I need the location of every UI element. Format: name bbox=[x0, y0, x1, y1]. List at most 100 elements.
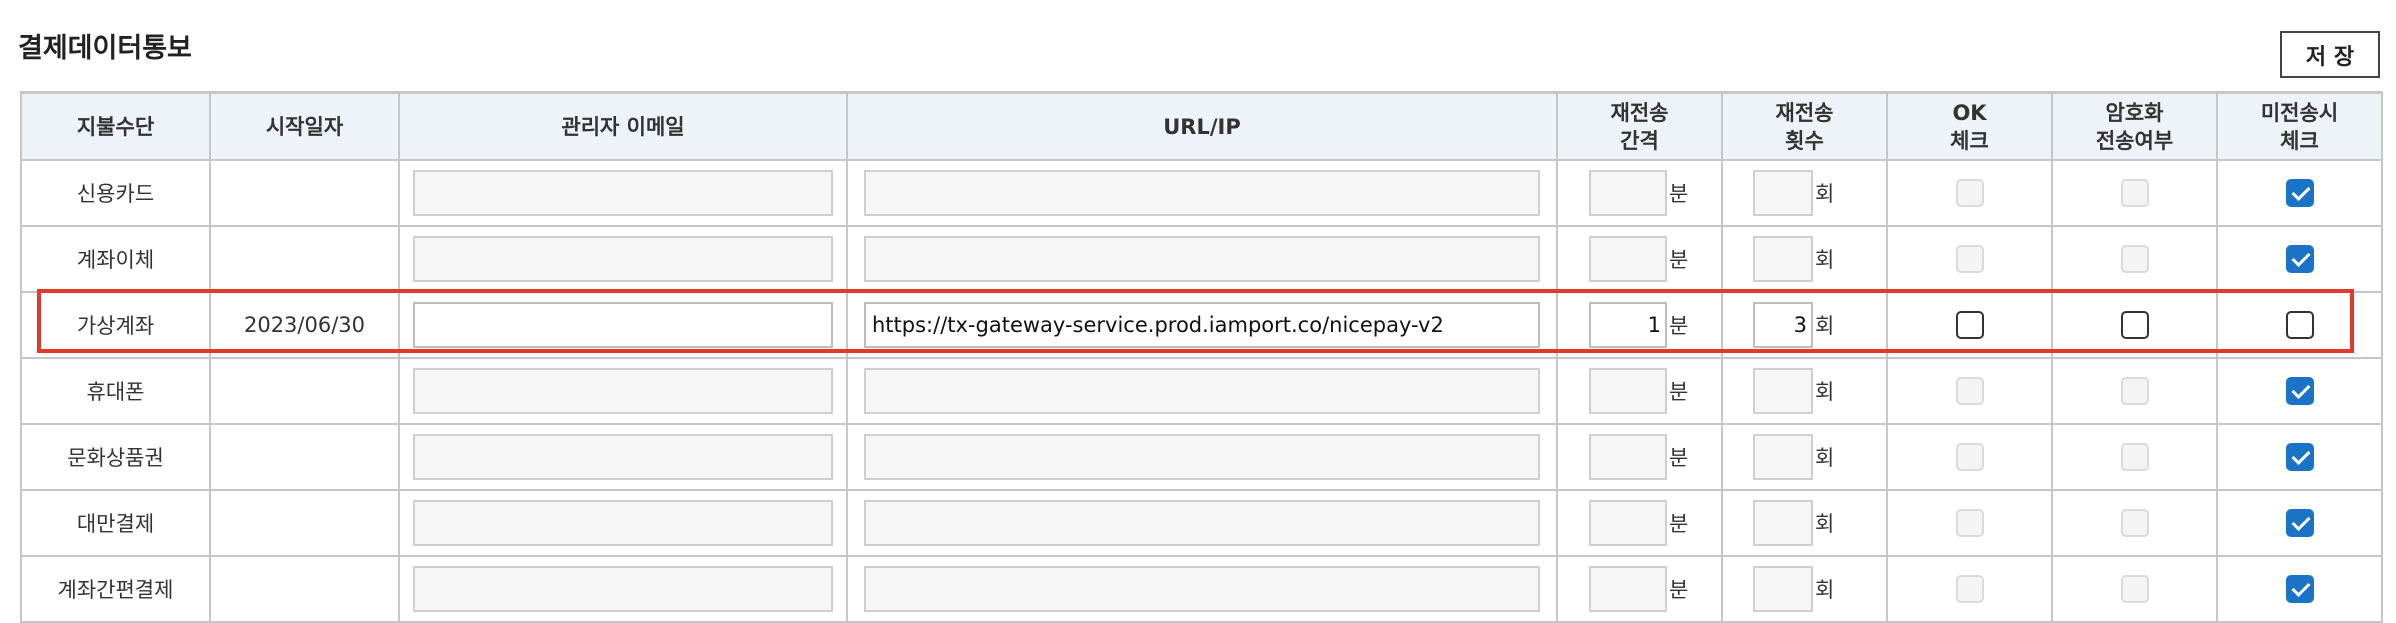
ok-check-cell bbox=[1886, 159, 2053, 227]
header-unsent-check: 미전송시 체크 bbox=[2216, 91, 2383, 161]
unsent-check-checkbox[interactable] bbox=[2285, 509, 2314, 537]
count-unit-label: 회 bbox=[1815, 182, 1835, 206]
url-cell bbox=[846, 357, 1558, 425]
resend-count-cell: 회 bbox=[1721, 357, 1888, 425]
ok-check-checkbox bbox=[1955, 179, 1984, 207]
start-date bbox=[209, 159, 400, 227]
unsent-check-cell bbox=[2216, 555, 2383, 623]
count-unit-label: 회 bbox=[1815, 314, 1835, 338]
resend-interval-input[interactable] bbox=[1589, 500, 1667, 546]
table-row: 휴대폰 분 회 bbox=[20, 357, 2383, 425]
table-header-row: 지불수단 시작일자 관리자 이메일 URL/IP 재전송 간격 재전송 횟수 OK 체크 암호… bbox=[20, 91, 2383, 161]
resend-interval-cell: 분 bbox=[1556, 357, 1723, 425]
ok-check-checkbox bbox=[1955, 443, 1984, 471]
resend-count-input[interactable] bbox=[1753, 500, 1813, 546]
resend-count-input[interactable] bbox=[1753, 236, 1813, 282]
start-date bbox=[209, 555, 400, 623]
resend-interval-cell: 분 bbox=[1556, 489, 1723, 557]
table-row: 신용카드 분 회 bbox=[20, 159, 2383, 227]
encrypt-send-checkbox bbox=[2120, 443, 2149, 471]
url-input[interactable] bbox=[864, 170, 1540, 216]
resend-interval-input[interactable] bbox=[1589, 368, 1667, 414]
admin-email-input[interactable] bbox=[413, 566, 833, 612]
admin-email-cell bbox=[398, 357, 848, 425]
table-row: 계좌간편결제 분 회 bbox=[20, 555, 2383, 623]
url-cell bbox=[846, 159, 1558, 227]
resend-interval-input[interactable] bbox=[1589, 566, 1667, 612]
resend-count-cell: 회 bbox=[1721, 555, 1888, 623]
ok-check-checkbox bbox=[1955, 509, 1984, 537]
save-button[interactable]: 저 장 bbox=[2280, 31, 2380, 78]
encrypt-send-cell bbox=[2051, 291, 2218, 359]
header-url-ip: URL/IP bbox=[846, 91, 1558, 161]
url-input[interactable] bbox=[864, 500, 1540, 546]
count-unit-label: 회 bbox=[1815, 248, 1835, 272]
encrypt-send-checkbox bbox=[2120, 179, 2149, 207]
ok-check-cell bbox=[1886, 423, 2053, 491]
unsent-check-cell bbox=[2216, 489, 2383, 557]
admin-email-input[interactable] bbox=[413, 302, 833, 348]
unsent-check-checkbox[interactable] bbox=[2285, 575, 2314, 603]
admin-email-cell bbox=[398, 423, 848, 491]
resend-interval-input[interactable] bbox=[1589, 170, 1667, 216]
unsent-check-checkbox[interactable] bbox=[2285, 311, 2314, 339]
start-date bbox=[209, 489, 400, 557]
minute-unit-label: 분 bbox=[1669, 314, 1689, 338]
start-date bbox=[209, 423, 400, 491]
header-payment-method: 지불수단 bbox=[20, 91, 211, 161]
ok-check-cell bbox=[1886, 489, 2053, 557]
url-input[interactable] bbox=[864, 368, 1540, 414]
resend-interval-input[interactable] bbox=[1589, 302, 1667, 348]
payment-method: 가상계좌 bbox=[20, 291, 211, 359]
url-cell bbox=[846, 291, 1558, 359]
resend-count-input[interactable] bbox=[1753, 434, 1813, 480]
resend-interval-input[interactable] bbox=[1589, 236, 1667, 282]
ok-check-checkbox[interactable] bbox=[1955, 311, 1984, 339]
encrypt-send-cell bbox=[2051, 357, 2218, 425]
table-row: 문화상품권 분 회 bbox=[20, 423, 2383, 491]
admin-email-input[interactable] bbox=[413, 170, 833, 216]
ok-check-checkbox bbox=[1955, 575, 1984, 603]
admin-email-input[interactable] bbox=[413, 500, 833, 546]
count-unit-label: 회 bbox=[1815, 446, 1835, 470]
unsent-check-cell bbox=[2216, 423, 2383, 491]
encrypt-send-cell bbox=[2051, 555, 2218, 623]
admin-email-input[interactable] bbox=[413, 434, 833, 480]
url-input[interactable] bbox=[864, 236, 1540, 282]
url-input[interactable] bbox=[864, 302, 1540, 348]
url-input[interactable] bbox=[864, 434, 1540, 480]
resend-interval-input[interactable] bbox=[1589, 434, 1667, 480]
resend-count-input[interactable] bbox=[1753, 170, 1813, 216]
unsent-check-cell bbox=[2216, 291, 2383, 359]
url-cell bbox=[846, 489, 1558, 557]
unsent-check-checkbox[interactable] bbox=[2285, 443, 2314, 471]
resend-count-cell: 회 bbox=[1721, 225, 1888, 293]
url-input[interactable] bbox=[864, 566, 1540, 612]
minute-unit-label: 분 bbox=[1669, 248, 1689, 272]
unsent-check-checkbox[interactable] bbox=[2285, 245, 2314, 273]
resend-count-cell: 회 bbox=[1721, 489, 1888, 557]
resend-count-input[interactable] bbox=[1753, 566, 1813, 612]
header-encrypt-send: 암호화 전송여부 bbox=[2051, 91, 2218, 161]
start-date: 2023/06/30 bbox=[209, 291, 400, 359]
encrypt-send-cell bbox=[2051, 489, 2218, 557]
resend-interval-cell: 분 bbox=[1556, 555, 1723, 623]
url-cell bbox=[846, 423, 1558, 491]
admin-email-input[interactable] bbox=[413, 236, 833, 282]
payment-method: 대만결제 bbox=[20, 489, 211, 557]
url-cell bbox=[846, 225, 1558, 293]
encrypt-send-checkbox[interactable] bbox=[2120, 311, 2149, 339]
unsent-check-checkbox[interactable] bbox=[2285, 377, 2314, 405]
ok-check-cell bbox=[1886, 225, 2053, 293]
encrypt-send-cell bbox=[2051, 225, 2218, 293]
resend-count-input[interactable] bbox=[1753, 368, 1813, 414]
unsent-check-checkbox[interactable] bbox=[2285, 179, 2314, 207]
table-body: 신용카드분회계좌이체분회가상계좌2023/06/30분회휴대폰분회문화상품권분회… bbox=[20, 159, 2383, 623]
header-resend-interval: 재전송 간격 bbox=[1556, 91, 1723, 161]
ok-check-checkbox bbox=[1955, 245, 1984, 273]
admin-email-input[interactable] bbox=[413, 368, 833, 414]
minute-unit-label: 분 bbox=[1669, 380, 1689, 404]
unsent-check-cell bbox=[2216, 357, 2383, 425]
resend-count-input[interactable] bbox=[1753, 302, 1813, 348]
header-start-date: 시작일자 bbox=[209, 91, 400, 161]
